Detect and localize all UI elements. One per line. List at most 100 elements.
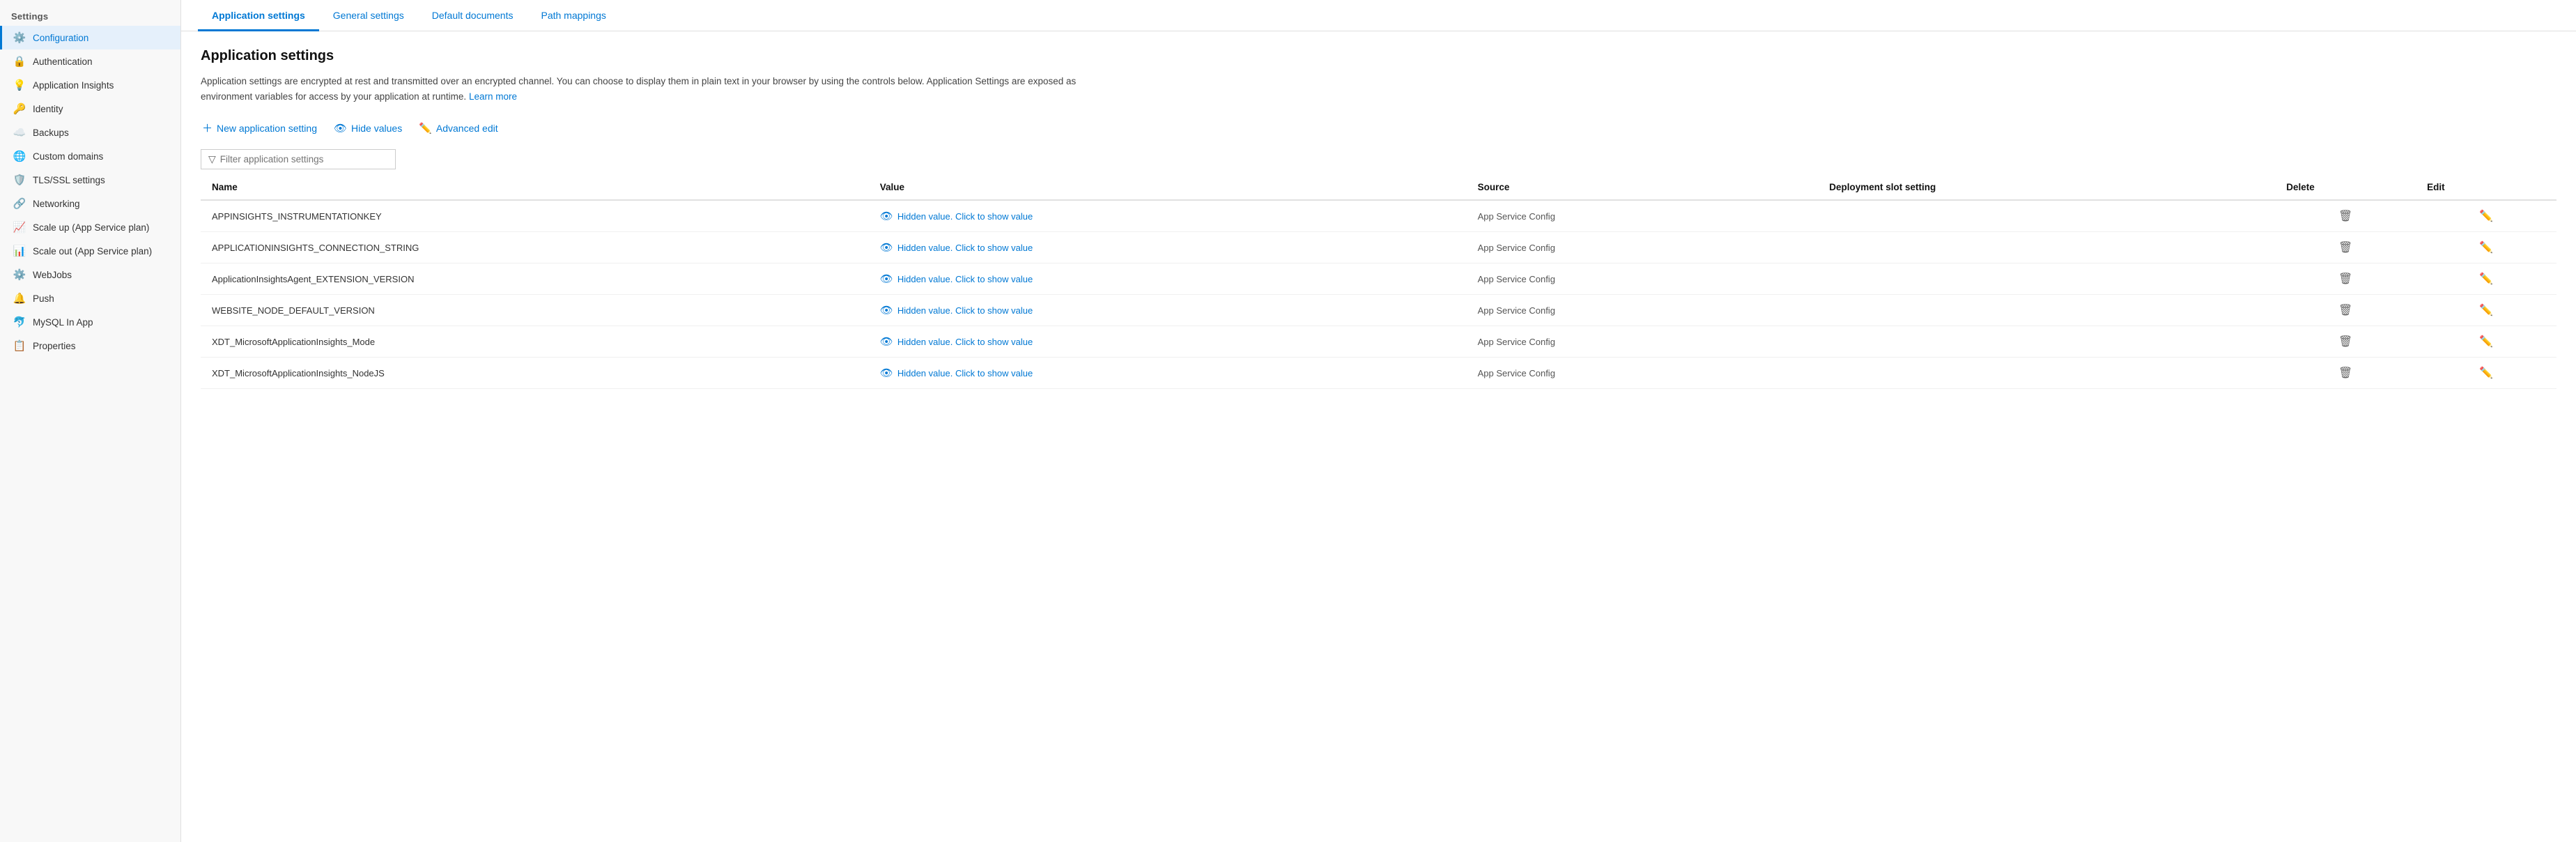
hidden-value-text-1[interactable]: Hidden value. Click to show value [897, 243, 1033, 253]
tab-defaultdocs[interactable]: Default documents [418, 0, 527, 31]
setting-edit-1[interactable]: ✏️ [2416, 232, 2556, 263]
appinsights-icon: 💡 [13, 79, 26, 91]
edit-button-1[interactable]: ✏️ [2475, 239, 2497, 256]
sidebar-item-tlsssl[interactable]: 🛡️ TLS/SSL settings [0, 168, 180, 192]
setting-value-0[interactable]: 👁 Hidden value. Click to show value [869, 200, 1467, 232]
sidebar-item-label: Networking [33, 199, 80, 209]
filter-container: ▽ [201, 149, 396, 169]
setting-value-4[interactable]: 👁 Hidden value. Click to show value [869, 326, 1467, 358]
setting-name-2: ApplicationInsightsAgent_EXTENSION_VERSI… [201, 263, 869, 295]
hidden-value-text-5[interactable]: Hidden value. Click to show value [897, 368, 1033, 378]
push-icon: 🔔 [13, 292, 26, 305]
edit-button-4[interactable]: ✏️ [2475, 333, 2497, 350]
sidebar-item-scaleup[interactable]: 📈 Scale up (App Service plan) [0, 215, 180, 239]
pencil-icon: ✏️ [419, 122, 432, 135]
setting-delete-5[interactable]: 🗑 [2275, 358, 2416, 389]
setting-name-5: XDT_MicrosoftApplicationInsights_NodeJS [201, 358, 869, 389]
setting-source-2: App Service Config [1467, 263, 1819, 295]
setting-name-1: APPLICATIONINSIGHTS_CONNECTION_STRING [201, 232, 869, 263]
setting-deployment-slot-5 [1818, 358, 2275, 389]
setting-value-1[interactable]: 👁 Hidden value. Click to show value [869, 232, 1467, 263]
hidden-value-text-3[interactable]: Hidden value. Click to show value [897, 305, 1033, 316]
setting-delete-2[interactable]: 🗑 [2275, 263, 2416, 295]
sidebar-item-appinsights[interactable]: 💡 Application Insights [0, 73, 180, 97]
col-header-source: Source [1467, 175, 1819, 200]
setting-delete-1[interactable]: 🗑 [2275, 232, 2416, 263]
networking-icon: 🔗 [13, 197, 26, 210]
setting-delete-3[interactable]: 🗑 [2275, 295, 2416, 326]
sidebar-item-label: Push [33, 293, 54, 304]
hidden-value-text-4[interactable]: Hidden value. Click to show value [897, 337, 1033, 347]
webjobs-icon: ⚙️ [13, 268, 26, 281]
setting-source-4: App Service Config [1467, 326, 1819, 358]
sidebar-item-label: Identity [33, 104, 63, 114]
filter-input[interactable] [220, 154, 388, 164]
edit-button-2[interactable]: ✏️ [2475, 270, 2497, 287]
sidebar-item-label: TLS/SSL settings [33, 175, 105, 185]
setting-value-2[interactable]: 👁 Hidden value. Click to show value [869, 263, 1467, 295]
setting-deployment-slot-0 [1818, 200, 2275, 232]
hidden-value-text-0[interactable]: Hidden value. Click to show value [897, 211, 1033, 222]
tab-generalsettings[interactable]: General settings [319, 0, 418, 31]
setting-edit-2[interactable]: ✏️ [2416, 263, 2556, 295]
eye-icon-5: 👁 [880, 367, 893, 379]
col-header-delete: Delete [2275, 175, 2416, 200]
sidebar-item-push[interactable]: 🔔 Push [0, 286, 180, 310]
setting-delete-4[interactable]: 🗑 [2275, 326, 2416, 358]
delete-button-4[interactable]: 🗑 [2334, 333, 2357, 350]
delete-button-3[interactable]: 🗑 [2334, 302, 2357, 319]
sidebar-item-identity[interactable]: 🔑 Identity [0, 97, 180, 121]
col-header-deployment-slot: Deployment slot setting [1818, 175, 2275, 200]
setting-source-1: App Service Config [1467, 232, 1819, 263]
identity-icon: 🔑 [13, 102, 26, 115]
delete-button-0[interactable]: 🗑 [2334, 208, 2357, 224]
advanced-edit-button[interactable]: ✏️ Advanced edit [417, 119, 499, 137]
hidden-value-text-2[interactable]: Hidden value. Click to show value [897, 274, 1033, 284]
table-row: XDT_MicrosoftApplicationInsights_NodeJS … [201, 358, 2556, 389]
col-header-value: Value [869, 175, 1467, 200]
edit-button-3[interactable]: ✏️ [2475, 302, 2497, 319]
setting-delete-0[interactable]: 🗑 [2275, 200, 2416, 232]
tab-pathmappings[interactable]: Path mappings [527, 0, 619, 31]
delete-button-5[interactable]: 🗑 [2334, 365, 2357, 381]
delete-button-2[interactable]: 🗑 [2334, 270, 2357, 287]
delete-button-1[interactable]: 🗑 [2334, 239, 2357, 256]
sidebar-item-label: MySQL In App [33, 317, 93, 328]
learn-more-link[interactable]: Learn more [469, 91, 517, 102]
eye-icon: 👁 [334, 122, 347, 135]
tab-appsettings[interactable]: Application settings [198, 0, 319, 31]
sidebar-item-authentication[interactable]: 🔒 Authentication [0, 49, 180, 73]
setting-edit-0[interactable]: ✏️ [2416, 200, 2556, 232]
setting-edit-5[interactable]: ✏️ [2416, 358, 2556, 389]
setting-edit-3[interactable]: ✏️ [2416, 295, 2556, 326]
sidebar-item-scaleout[interactable]: 📊 Scale out (App Service plan) [0, 239, 180, 263]
sidebar-item-customdomains[interactable]: 🌐 Custom domains [0, 144, 180, 168]
new-application-setting-button[interactable]: ＋ New application setting [201, 118, 318, 138]
hide-values-button[interactable]: 👁 Hide values [332, 119, 403, 137]
page-title: Application settings [201, 48, 2556, 64]
description-text: Application settings are encrypted at re… [201, 74, 1106, 104]
table-row: APPLICATIONINSIGHTS_CONNECTION_STRING 👁 … [201, 232, 2556, 263]
sidebar-item-label: Configuration [33, 33, 88, 43]
sidebar-item-webjobs[interactable]: ⚙️ WebJobs [0, 263, 180, 286]
sidebar-item-backups[interactable]: ☁️ Backups [0, 121, 180, 144]
setting-value-5[interactable]: 👁 Hidden value. Click to show value [869, 358, 1467, 389]
sidebar-item-configuration[interactable]: ⚙️ Configuration [0, 26, 180, 49]
table-row: ApplicationInsightsAgent_EXTENSION_VERSI… [201, 263, 2556, 295]
eye-icon-0: 👁 [880, 210, 893, 222]
sidebar-item-mysql[interactable]: 🐬 MySQL In App [0, 310, 180, 334]
sidebar-item-networking[interactable]: 🔗 Networking [0, 192, 180, 215]
setting-value-3[interactable]: 👁 Hidden value. Click to show value [869, 295, 1467, 326]
setting-edit-4[interactable]: ✏️ [2416, 326, 2556, 358]
edit-button-5[interactable]: ✏️ [2475, 365, 2497, 381]
edit-button-0[interactable]: ✏️ [2475, 208, 2497, 224]
tabs-bar: Application settingsGeneral settingsDefa… [181, 0, 2576, 31]
setting-name-3: WEBSITE_NODE_DEFAULT_VERSION [201, 295, 869, 326]
sidebar-item-properties[interactable]: 📋 Properties [0, 334, 180, 358]
mysql-icon: 🐬 [13, 316, 26, 328]
eye-icon-2: 👁 [880, 273, 893, 285]
scaleup-icon: 📈 [13, 221, 26, 234]
toolbar: ＋ New application setting 👁 Hide values … [201, 118, 2556, 138]
setting-source-3: App Service Config [1467, 295, 1819, 326]
main-content: Application settingsGeneral settingsDefa… [181, 0, 2576, 842]
